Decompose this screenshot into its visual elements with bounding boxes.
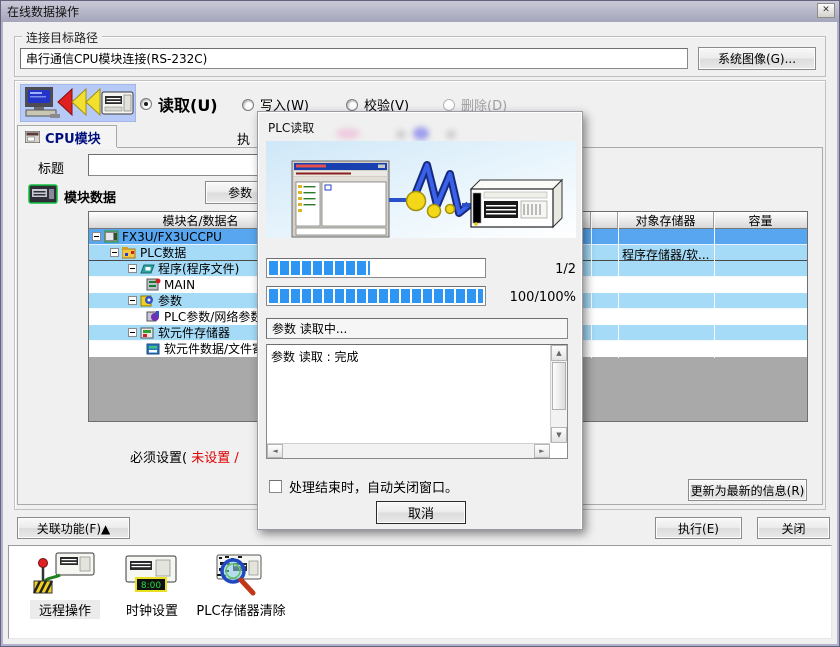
plc-memory-clear-icon[interactable]	[203, 551, 267, 597]
column-divider	[714, 212, 715, 358]
parameter-icon	[140, 294, 155, 307]
column-header-capacity[interactable]: 容量	[714, 212, 807, 229]
program-icon	[140, 262, 155, 275]
cpu-icon	[104, 230, 119, 243]
plc-parameter-icon	[146, 310, 161, 323]
vertical-scrollbar[interactable]: ▲ ▼	[550, 345, 567, 443]
close-icon[interactable]: ✕	[817, 3, 835, 18]
collapse-icon[interactable]	[128, 296, 137, 305]
tab-cpu-module[interactable]: CPU模块	[17, 125, 117, 148]
auto-close-checkbox[interactable]	[269, 480, 282, 493]
radio-verify-circle[interactable]	[346, 99, 358, 111]
pc-plc-communication-graphic	[266, 141, 576, 238]
tree-item-label: FX3U/FX3UCCPU	[122, 230, 222, 244]
required-setting-note: 必须设置( 未设置 /	[130, 447, 239, 466]
window-title: 在线数据操作	[7, 3, 79, 20]
column-header-narrow[interactable]	[591, 212, 618, 229]
refresh-button[interactable]: 更新为最新的信息(R)	[688, 479, 807, 501]
plc-data-icon	[122, 246, 137, 259]
horizontal-scrollbar[interactable]: ◄ ►	[267, 443, 550, 458]
blur-artifact	[336, 128, 360, 139]
required-prefix: 必须设置(	[130, 451, 187, 466]
cpu-module-tab-icon	[25, 131, 40, 143]
scroll-left-icon[interactable]: ◄	[267, 444, 283, 458]
column-header-target-memory[interactable]: 对象存储器	[618, 212, 714, 229]
clock-setting-icon[interactable]: 8:00	[118, 554, 182, 598]
status-field: 参数 读取中...	[266, 318, 568, 339]
tree-item-label: 程序(程序文件)	[158, 260, 239, 277]
radio-write-circle[interactable]	[242, 99, 254, 111]
online-data-operation-window: 在线数据操作 ✕ 连接目标路径 串行通信CPU模块连接(RS-232C) 系统图…	[0, 0, 840, 647]
radio-read[interactable]: 读取(U)	[140, 92, 218, 116]
main-program-icon	[146, 278, 161, 291]
tab-connector	[18, 147, 117, 149]
auto-close-option[interactable]: 处理结束时，自动关闭窗口。	[269, 477, 458, 496]
pc-to-plc-transfer-icon	[20, 84, 136, 122]
auto-close-label: 处理结束时，自动关闭窗口。	[289, 477, 458, 496]
clock-display: 8:00	[141, 581, 161, 591]
tree-item-label: PLC参数/网络参数	[164, 308, 262, 325]
remote-operation-icon[interactable]	[30, 551, 98, 597]
radio-read-label: 读取(U)	[158, 92, 218, 116]
blur-artifact	[413, 127, 429, 140]
collapse-icon[interactable]	[128, 264, 137, 273]
progress-percent-value: 100/100%	[488, 290, 576, 305]
blur-artifact	[396, 130, 406, 139]
title-label: 标题	[38, 158, 64, 177]
connection-path-field[interactable]: 串行通信CPU模块连接(RS-232C)	[20, 48, 688, 69]
progress-fill	[269, 261, 370, 275]
vertical-scroll-thumb[interactable]	[552, 362, 566, 410]
collapse-icon[interactable]	[128, 328, 137, 337]
partial-hidden-text: 执	[237, 129, 250, 148]
required-suffix: /	[234, 451, 238, 466]
plc-read-dialog: PLC读取	[257, 111, 583, 530]
execute-button[interactable]: 执行(E)	[655, 517, 742, 539]
tree-item-label: 参数	[158, 292, 182, 309]
scroll-up-icon[interactable]: ▲	[551, 345, 567, 361]
column-divider	[618, 212, 619, 358]
scroll-right-icon[interactable]: ►	[534, 444, 550, 458]
collapse-icon[interactable]	[92, 232, 101, 241]
log-box[interactable]: 参数 读取 : 完成 ▲ ▼ ◄ ►	[266, 344, 568, 459]
module-data-label: 模块数据	[64, 187, 116, 206]
blur-artifact	[446, 130, 456, 139]
connection-path-group-label: 连接目标路径	[22, 29, 102, 46]
module-data-icon	[28, 182, 58, 206]
tree-item-label: PLC数据	[140, 244, 186, 261]
dialog-title: PLC读取	[268, 119, 314, 136]
shortcut-clock-setting[interactable]: 时钟设置	[116, 600, 188, 619]
system-image-button[interactable]: 系统图像(G)...	[698, 47, 816, 70]
column-divider	[591, 212, 592, 358]
device-data-icon	[146, 342, 161, 355]
scroll-down-icon[interactable]: ▼	[551, 427, 567, 443]
log-text: 参数 读取 : 完成	[271, 348, 359, 365]
progress-fill	[269, 289, 483, 303]
progress-bar-step	[266, 258, 486, 278]
tab-cpu-module-label: CPU模块	[45, 128, 101, 147]
cancel-button[interactable]: 取消	[376, 501, 466, 524]
tree-item-label: 软元件存储器	[158, 324, 230, 341]
collapse-icon[interactable]	[110, 248, 119, 257]
title-bar[interactable]: 在线数据操作	[1, 1, 839, 22]
device-memory-icon	[140, 326, 155, 339]
progress-step-value: 1/2	[488, 262, 576, 277]
tree-item-label: MAIN	[164, 278, 195, 292]
radio-delete-circle	[443, 99, 455, 111]
related-functions-button[interactable]: 关联功能(F)▲	[17, 517, 130, 539]
shortcut-remote-operation[interactable]: 远程操作	[30, 600, 100, 619]
close-button[interactable]: 关闭	[757, 517, 830, 539]
progress-bar-percent	[266, 286, 486, 306]
required-status: 未设置	[191, 451, 230, 466]
shortcut-plc-memory-clear[interactable]: PLC存储器清除	[193, 600, 289, 619]
radio-read-circle[interactable]	[140, 98, 152, 110]
